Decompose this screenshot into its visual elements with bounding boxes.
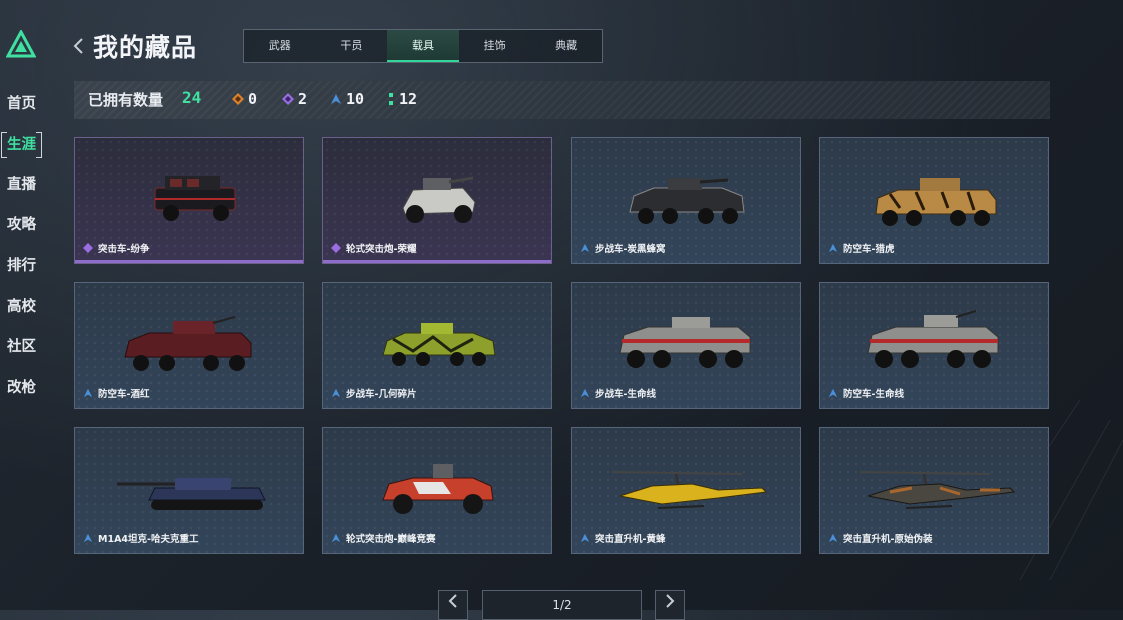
card-label: 轮式突击炮-巅峰竞赛 bbox=[331, 531, 435, 545]
blue-chevron-icon bbox=[331, 388, 341, 398]
card-label: 步战车-炭黑蜂窝 bbox=[580, 241, 665, 255]
card-label: 步战车-几何碎片 bbox=[331, 386, 416, 400]
page-title: 我的藏品 bbox=[93, 33, 198, 62]
blue-chevron-icon bbox=[331, 94, 341, 104]
card-label: 防空车-生命线 bbox=[828, 386, 904, 400]
vehicle-card[interactable]: 突击直升机-原始伪装 bbox=[819, 427, 1049, 554]
rarity-count: 2 bbox=[298, 90, 308, 108]
aa-vehicle-icon bbox=[867, 310, 999, 368]
blue-chevron-icon bbox=[580, 243, 590, 253]
chevron-left-icon bbox=[448, 594, 457, 608]
vehicle-name: 步战车-炭黑蜂窝 bbox=[595, 244, 666, 255]
rarity-stat-purple: 2 bbox=[282, 90, 307, 108]
card-label: 突击直升机-原始伪装 bbox=[828, 531, 932, 545]
nav-item-guides[interactable]: 攻略 bbox=[2, 212, 42, 238]
app-logo-icon bbox=[6, 30, 36, 58]
vehicle-card[interactable]: 步战车-几何碎片 bbox=[322, 282, 552, 409]
vehicle-name: 防空车-猎虎 bbox=[843, 244, 895, 255]
vehicle-card[interactable]: 突击直升机-黄蜂 bbox=[571, 427, 801, 554]
card-label: 防空车-酒红 bbox=[83, 386, 149, 400]
vehicle-card[interactable]: 轮式突击炮-巅峰竞赛 bbox=[322, 427, 552, 554]
blue-chevron-icon bbox=[828, 388, 838, 398]
blue-chevron-icon bbox=[83, 388, 93, 398]
assault-buggy-icon bbox=[382, 464, 494, 514]
card-label: 轮式突击炮-荣耀 bbox=[331, 241, 416, 255]
rarity-stat-orange: 0 bbox=[232, 90, 257, 108]
vehicle-card[interactable]: M1A4坦克-哈夫克重工 bbox=[74, 427, 304, 554]
tab-operators[interactable]: 干员 bbox=[316, 30, 388, 62]
vehicle-name: 步战车-生命线 bbox=[595, 389, 656, 400]
green-dots-icon bbox=[389, 93, 393, 105]
nav-item-live[interactable]: 直播 bbox=[2, 172, 42, 198]
blue-chevron-icon bbox=[331, 533, 341, 543]
vehicle-name: 突击车-纷争 bbox=[98, 244, 150, 255]
page-indicator: 1/2 bbox=[482, 590, 642, 620]
purple-diamond-icon bbox=[83, 243, 93, 253]
vehicle-name: 突击直升机-原始伪装 bbox=[843, 534, 933, 545]
back-arrow-icon[interactable] bbox=[72, 36, 86, 56]
orange-diamond-icon bbox=[232, 93, 244, 105]
chevron-right-icon bbox=[666, 594, 675, 608]
rarity-stat-blue: 10 bbox=[330, 90, 364, 108]
ifv-icon bbox=[619, 317, 751, 368]
blue-chevron-icon bbox=[580, 533, 590, 543]
blue-chevron-icon bbox=[828, 533, 838, 543]
vehicle-name: 轮式突击炮-巅峰竞赛 bbox=[346, 534, 436, 545]
nav-item-career[interactable]: 生涯 bbox=[1, 132, 42, 158]
purple-diamond-icon bbox=[331, 243, 341, 253]
card-label: M1A4坦克-哈夫克重工 bbox=[83, 531, 198, 545]
next-page-button[interactable] bbox=[655, 590, 685, 620]
nav-item-home[interactable]: 首页 bbox=[2, 91, 42, 117]
vehicle-name: 防空车-生命线 bbox=[843, 389, 904, 400]
aa-vehicle-icon bbox=[124, 316, 252, 371]
nav-item-rankings[interactable]: 排行 bbox=[2, 253, 42, 279]
vehicle-name: 防空车-酒红 bbox=[98, 389, 150, 400]
aa-vehicle-icon bbox=[875, 178, 997, 226]
vehicle-card[interactable]: 防空车-猎虎 bbox=[819, 137, 1049, 264]
nav-item-community[interactable]: 社区 bbox=[2, 334, 42, 360]
category-tabs: 武器 干员 载具 挂饰 典藏 bbox=[243, 29, 603, 63]
owned-count-label: 已拥有数量 bbox=[88, 91, 164, 109]
blue-chevron-icon bbox=[828, 243, 838, 253]
vehicle-card[interactable]: 突击车-纷争 bbox=[74, 137, 304, 264]
vehicle-card[interactable]: 防空车-酒红 bbox=[74, 282, 304, 409]
tab-collection[interactable]: 典藏 bbox=[530, 30, 602, 62]
vehicle-card[interactable]: 步战车-炭黑蜂窝 bbox=[571, 137, 801, 264]
tank-icon bbox=[117, 478, 266, 510]
helicopter-icon bbox=[859, 471, 1016, 509]
rarity-count: 0 bbox=[248, 90, 258, 108]
card-label: 防空车-猎虎 bbox=[828, 241, 894, 255]
blue-chevron-icon bbox=[580, 388, 590, 398]
purple-diamond-icon bbox=[282, 93, 294, 105]
owned-count-bar: 已拥有数量 24 0 2 10 12 bbox=[74, 81, 1050, 119]
blue-chevron-icon bbox=[83, 533, 93, 543]
vehicle-card[interactable]: 步战车-生命线 bbox=[571, 282, 801, 409]
vehicle-name: 轮式突击炮-荣耀 bbox=[346, 244, 417, 255]
nav-item-colleges[interactable]: 高校 bbox=[2, 294, 42, 320]
tab-charms[interactable]: 挂饰 bbox=[459, 30, 531, 62]
nav-item-gunsmith[interactable]: 改枪 bbox=[2, 375, 42, 401]
armored-truck-icon bbox=[154, 176, 236, 221]
owned-count-total: 24 bbox=[182, 88, 202, 107]
card-label: 突击直升机-黄蜂 bbox=[580, 531, 665, 545]
vehicle-name: 突击直升机-黄蜂 bbox=[595, 534, 666, 545]
ifv-icon bbox=[629, 178, 745, 224]
vehicle-name: 步战车-几何碎片 bbox=[346, 389, 417, 400]
rarity-stat-green: 12 bbox=[387, 90, 417, 108]
card-label: 突击车-纷争 bbox=[83, 241, 149, 255]
rarity-count: 10 bbox=[346, 90, 365, 108]
vehicle-card[interactable]: 防空车-生命线 bbox=[819, 282, 1049, 409]
vehicle-name: M1A4坦克-哈夫克重工 bbox=[98, 534, 199, 545]
card-label: 步战车-生命线 bbox=[580, 386, 656, 400]
prev-page-button[interactable] bbox=[438, 590, 468, 620]
helicopter-icon bbox=[611, 471, 768, 509]
assault-buggy-icon bbox=[402, 176, 476, 223]
ifv-icon bbox=[382, 323, 496, 366]
vehicle-card[interactable]: 轮式突击炮-荣耀 bbox=[322, 137, 552, 264]
tab-vehicles[interactable]: 载具 bbox=[387, 30, 459, 62]
tab-weapons[interactable]: 武器 bbox=[244, 30, 316, 62]
rarity-count: 12 bbox=[399, 90, 418, 108]
